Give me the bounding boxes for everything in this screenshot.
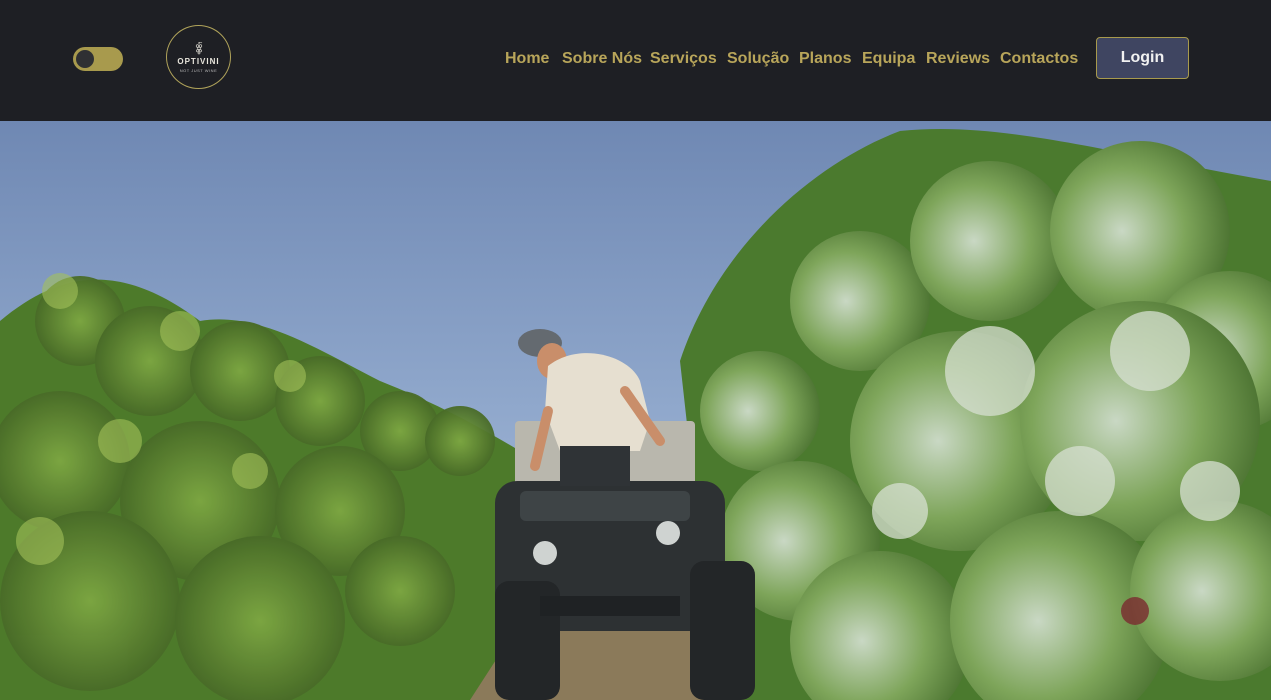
nav-home[interactable]: Home [505, 47, 549, 71]
nav-servicos[interactable]: Serviços [650, 47, 717, 71]
site-logo[interactable]: OPTIVINI NOT JUST WINE [166, 25, 231, 89]
hero-image [0, 121, 1271, 700]
logo-name: OPTIVINI [177, 57, 220, 66]
site-header: OPTIVINI NOT JUST WINE Home Sobre Nós Se… [0, 0, 1271, 121]
theme-toggle[interactable] [73, 47, 123, 71]
nav-sobre-nos[interactable]: Sobre Nós [562, 47, 642, 71]
logo-tagline: NOT JUST WINE [179, 68, 218, 73]
nav-solucao[interactable]: Solução [727, 47, 789, 71]
nav-planos[interactable]: Planos [799, 47, 851, 71]
toggle-knob [76, 50, 94, 68]
grapes-icon [195, 42, 202, 55]
vineyard-atv-photo [0, 121, 1271, 700]
nav-reviews[interactable]: Reviews [926, 47, 990, 71]
nav-equipa[interactable]: Equipa [862, 47, 915, 71]
nav-contactos[interactable]: Contactos [1000, 47, 1078, 71]
login-button[interactable]: Login [1096, 37, 1189, 79]
